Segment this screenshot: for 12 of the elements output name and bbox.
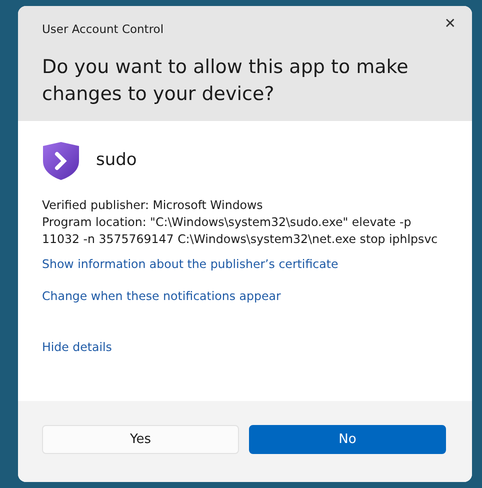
shield-icon bbox=[42, 141, 80, 181]
dialog-question: Do you want to allow this app to make changes to your device? bbox=[42, 55, 410, 108]
dialog-link[interactable]: Change when these notifications appear bbox=[42, 288, 281, 306]
hide-details-link[interactable]: Hide details bbox=[42, 339, 112, 358]
close-button[interactable]: ✕ bbox=[438, 12, 462, 37]
dialog-link[interactable]: Show information about the publisher’s certificate bbox=[42, 256, 338, 274]
default-button[interactable]: No bbox=[249, 425, 446, 454]
dialog-button[interactable]: Yes bbox=[42, 425, 239, 454]
detail-text: Program location: "C:\Windows\system32\sudo.exe" elevate -p 11032 -n 3575769147 C:\Windows\system32\net.exe stop iphlpsvc bbox=[42, 214, 439, 248]
app-name: sudo bbox=[96, 149, 137, 172]
detail-text: Verified publisher: Microsoft Windows bbox=[42, 197, 264, 214]
window-title: User Account Control bbox=[42, 21, 165, 38]
